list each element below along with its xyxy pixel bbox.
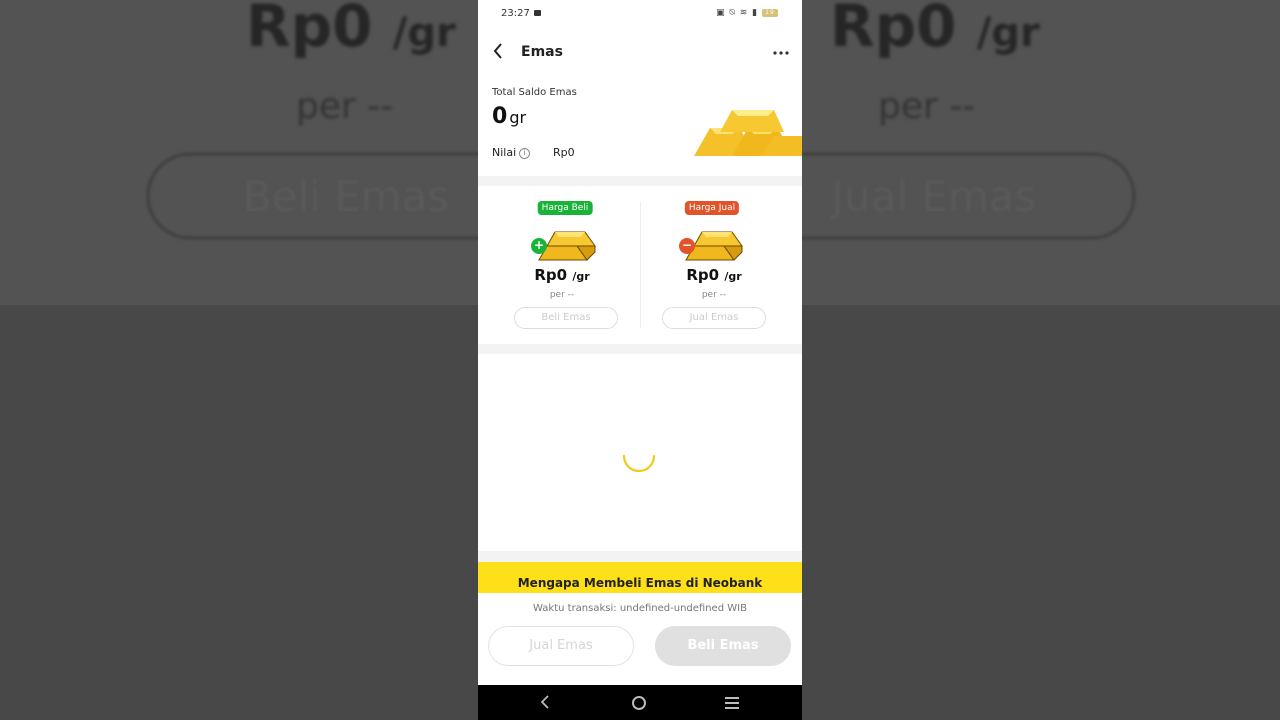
- sell-price-value: Rp0 /gr: [686, 266, 742, 284]
- saldo-card: Total Saldo Emas 0 gr Nilai i Rp0: [478, 76, 802, 176]
- background-bottom-panel: [0, 305, 478, 720]
- beli-emas-button[interactable]: Beli Emas: [655, 626, 791, 666]
- beli-emas-small-button[interactable]: Beli Emas: [514, 307, 618, 329]
- status-bar: 23:27 ▣ ⍉ ≋ ▮ 19: [478, 0, 802, 28]
- wifi-icon: ≋: [739, 8, 749, 18]
- buy-price-column: Harga Beli + Rp0 /gr per -- Beli Emas: [478, 186, 640, 344]
- jual-emas-small-button[interactable]: Jual Emas: [662, 307, 766, 329]
- blurred-background-left: Rp0 /gr per -- Beli Emas: [0, 0, 478, 720]
- back-arrow-icon[interactable]: [492, 42, 508, 60]
- gold-bars-icon: [694, 110, 802, 156]
- app-bar: Emas: [478, 28, 802, 76]
- sell-price-badge: Harga Jual: [684, 201, 740, 215]
- page-title: Emas: [521, 44, 563, 60]
- transaction-time: Waktu transaksi: undefined-undefined WIB: [533, 603, 747, 614]
- saldo-unit: gr: [509, 108, 527, 127]
- bottom-action-bar: Waktu transaksi: undefined-undefined WIB…: [478, 593, 802, 685]
- sell-price-per: per --: [701, 290, 727, 300]
- background-button: Jual Emas: [802, 152, 1136, 240]
- nilai-value: Rp0: [553, 146, 575, 159]
- saldo-label: Total Saldo Emas: [492, 87, 577, 98]
- price-panel: Harga Beli + Rp0 /gr per -- Beli Emas Ha…: [478, 186, 802, 344]
- background-bottom-panel: [802, 305, 1280, 720]
- sell-price-column: Harga Jual − Rp0 /gr per -- Jual Emas: [640, 186, 802, 344]
- more-options-icon[interactable]: [772, 40, 790, 61]
- chart-loading-area: [478, 354, 802, 551]
- nav-menu-icon[interactable]: [725, 697, 739, 712]
- jual-emas-button[interactable]: Jual Emas: [488, 626, 634, 666]
- saldo-amount: 0 gr: [492, 104, 527, 129]
- plus-icon: +: [531, 238, 547, 254]
- mute-icon: ⍉: [729, 8, 736, 18]
- background-button: Beli Emas: [146, 152, 478, 240]
- banner-title: Mengapa Membeli Emas di Neobank: [517, 576, 763, 590]
- system-nav-bar: [478, 685, 802, 720]
- blurred-background-right: Rp0 /gr per -- Jual Emas: [802, 0, 1280, 720]
- background-per: per --: [878, 86, 976, 127]
- nav-back-icon[interactable]: [540, 694, 550, 714]
- nilai-label: Nilai i: [492, 146, 531, 159]
- minus-icon: −: [679, 238, 695, 254]
- nav-home-icon[interactable]: [632, 696, 646, 710]
- background-price: Rp0 /gr: [830, 0, 1040, 60]
- cast-icon: ▣: [716, 8, 726, 18]
- status-icons: ▣ ⍉ ≋ ▮ 19: [716, 8, 778, 18]
- buy-price-per: per --: [549, 290, 575, 300]
- signal-icon: ▮: [752, 8, 759, 18]
- buy-price-badge: Harga Beli: [537, 201, 593, 215]
- status-time: 23:27: [501, 8, 530, 19]
- buy-price-value: Rp0 /gr: [534, 266, 590, 284]
- info-icon[interactable]: i: [519, 147, 531, 159]
- camera-icon: [534, 10, 541, 16]
- loading-spinner-icon: [622, 454, 656, 473]
- background-per: per --: [296, 86, 394, 127]
- battery-icon: 19: [762, 8, 778, 17]
- background-price: Rp0 /gr: [246, 0, 456, 60]
- phone-screen: 23:27 ▣ ⍉ ≋ ▮ 19 Emas Total Saldo Emas 0…: [478, 0, 802, 720]
